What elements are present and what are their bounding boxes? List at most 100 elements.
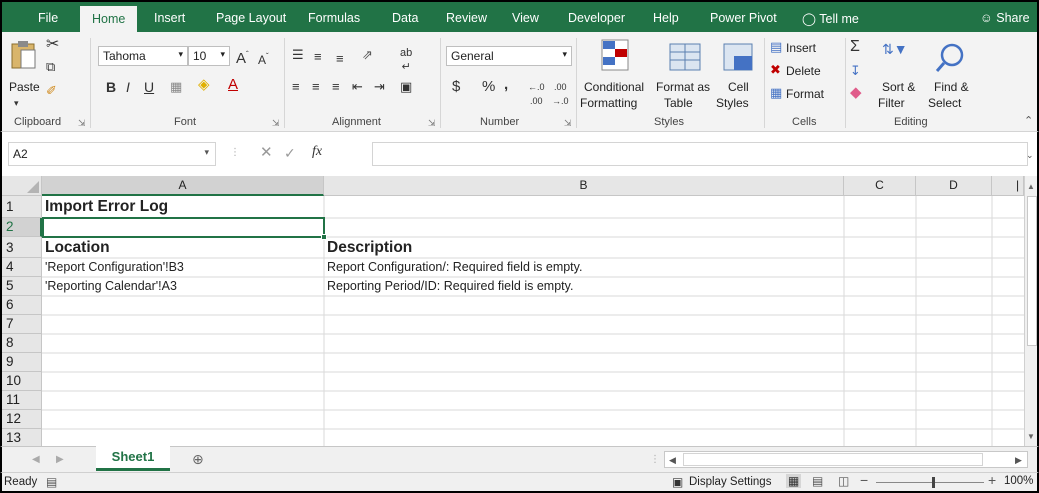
cell-b5[interactable]: Reporting Period/ID: Required field is e… <box>324 277 844 296</box>
fill-icon[interactable]: ↧ <box>850 64 861 78</box>
display-settings-button[interactable]: ▣ Display Settings <box>672 474 771 491</box>
format-as-table-button[interactable]: Format as Table <box>656 34 714 114</box>
expand-formula-bar-icon[interactable]: ⌄ <box>1026 148 1034 162</box>
dialog-launcher-icon[interactable]: ⇲ <box>78 118 86 129</box>
format-painter-icon[interactable]: ✐ <box>46 84 57 98</box>
scroll-down-icon[interactable]: ▼ <box>1027 430 1035 444</box>
scroll-left-icon[interactable]: ◀ <box>669 453 676 467</box>
vertical-scroll-thumb[interactable] <box>1027 196 1037 346</box>
page-layout-view-icon[interactable]: ▤ <box>812 474 823 488</box>
cell-a3[interactable]: Location <box>42 237 324 258</box>
delete-cells-button[interactable]: ✖ Delete <box>770 63 840 81</box>
cell-b4[interactable]: Report Configuration/: Required field is… <box>324 258 844 277</box>
borders-icon[interactable]: ▦ <box>170 80 182 94</box>
top-align-icon[interactable]: ☰ <box>292 48 304 62</box>
wrap-text-icon[interactable]: ab ↵ <box>400 46 412 74</box>
zoom-slider[interactable] <box>876 482 984 483</box>
row-header-8[interactable]: 8 <box>2 334 42 353</box>
number-format-select[interactable]: General ▾ <box>446 46 572 66</box>
row-header-6[interactable]: 6 <box>2 296 42 315</box>
macro-record-icon[interactable]: ▤ <box>46 475 57 489</box>
row-header-7[interactable]: 7 <box>2 315 42 334</box>
tab-view[interactable]: View <box>512 11 539 25</box>
sort-filter-button[interactable]: ⇅▼ Sort & Filter <box>878 42 928 112</box>
worksheet-grid[interactable]: A B C D | 1 2 3 4 5 6 7 8 9 10 11 12 13 … <box>0 176 1039 446</box>
zoom-in-button[interactable]: + <box>988 473 996 487</box>
comma-style-button[interactable]: , <box>504 77 508 92</box>
font-size-select[interactable]: 10 ▾ <box>188 46 230 66</box>
column-header-d[interactable]: D <box>916 176 992 196</box>
page-break-view-icon[interactable]: ◫ <box>838 474 849 488</box>
row-header-3[interactable]: 3 <box>2 237 42 258</box>
conditional-formatting-button[interactable]: Conditional Formatting <box>580 34 656 114</box>
align-left-icon[interactable]: ≡ <box>292 80 300 94</box>
align-center-icon[interactable]: ≡ <box>312 80 320 94</box>
fill-color-icon[interactable]: ◈ <box>198 77 210 92</box>
cell-a4[interactable]: 'Report Configuration'!B3 <box>42 258 324 277</box>
orientation-icon[interactable]: ⇗ <box>362 48 373 62</box>
decrease-decimal-icon[interactable]: .00 →.0 <box>552 80 569 108</box>
column-header-c[interactable]: C <box>844 176 916 196</box>
tab-developer[interactable]: Developer <box>568 11 625 25</box>
cell-a1[interactable]: Import Error Log <box>42 196 324 218</box>
collapse-ribbon-icon[interactable]: ⌃ <box>1024 114 1033 128</box>
zoom-out-button[interactable]: − <box>860 473 868 487</box>
dialog-launcher-icon[interactable]: ⇲ <box>564 118 572 129</box>
merge-center-icon[interactable]: ▣ <box>400 80 412 94</box>
paste-button[interactable] <box>8 40 42 70</box>
tab-help[interactable]: Help <box>653 11 679 25</box>
add-sheet-icon[interactable]: ⊕ <box>192 452 204 466</box>
align-right-icon[interactable]: ≡ <box>332 80 340 94</box>
select-all-corner[interactable] <box>2 176 42 196</box>
tab-review[interactable]: Review <box>446 11 487 25</box>
increase-indent-icon[interactable]: ⇥ <box>374 80 385 94</box>
active-cell-a2[interactable] <box>42 217 325 238</box>
tab-power-pivot[interactable]: Power Pivot <box>710 11 777 25</box>
formula-input[interactable] <box>372 142 1028 166</box>
dialog-launcher-icon[interactable]: ⇲ <box>272 118 280 129</box>
row-header-1[interactable]: 1 <box>2 196 42 218</box>
dialog-launcher-icon[interactable]: ⇲ <box>428 118 436 129</box>
column-header-e[interactable]: | <box>992 176 1024 196</box>
share-button[interactable]: ☺ Share <box>980 11 1030 25</box>
scroll-up-icon[interactable]: ▲ <box>1027 180 1035 194</box>
name-box[interactable]: A2 ▾ <box>8 142 216 166</box>
zoom-level[interactable]: 100% <box>1004 475 1033 487</box>
sheet-tab-sheet1[interactable]: Sheet1 <box>96 446 170 471</box>
insert-function-button[interactable]: fx <box>312 145 322 159</box>
italic-button[interactable]: I <box>126 80 130 94</box>
bold-button[interactable]: B <box>106 80 116 94</box>
scroll-left-icon[interactable]: ◀ <box>32 453 40 467</box>
copy-icon[interactable]: ⧉ <box>46 60 55 74</box>
find-select-button[interactable]: Find & Select <box>928 42 982 112</box>
tab-formulas[interactable]: Formulas <box>308 11 360 25</box>
bottom-align-icon[interactable]: ≡ <box>336 52 344 66</box>
row-header-10[interactable]: 10 <box>2 372 42 391</box>
tab-file[interactable]: File <box>38 11 58 25</box>
middle-align-icon[interactable]: ≡ <box>314 50 322 64</box>
font-color-icon[interactable]: A <box>228 77 238 92</box>
horizontal-scrollbar[interactable]: ◀ ▶ <box>664 451 1028 468</box>
tab-insert[interactable]: Insert <box>154 11 185 25</box>
decrease-font-size-icon[interactable]: Aˇ <box>258 50 269 67</box>
scroll-right-icon[interactable]: ▶ <box>1015 453 1022 467</box>
horizontal-scroll-thumb[interactable] <box>683 453 983 466</box>
cut-icon[interactable]: ✂ <box>46 37 59 53</box>
scroll-right-icon[interactable]: ▶ <box>56 453 64 467</box>
clear-icon[interactable]: ◆ <box>850 85 862 100</box>
percent-style-button[interactable]: % <box>482 79 495 94</box>
tab-data[interactable]: Data <box>392 11 418 25</box>
tab-page-layout[interactable]: Page Layout <box>216 11 286 25</box>
underline-button[interactable]: U <box>144 80 154 94</box>
column-header-a[interactable]: A <box>42 176 324 196</box>
increase-decimal-icon[interactable]: ←.0.00 <box>528 80 545 108</box>
cell-styles-button[interactable]: Cell Styles <box>714 34 760 114</box>
accounting-format-button[interactable]: $ <box>452 79 460 94</box>
cancel-icon[interactable]: ✕ <box>260 145 273 160</box>
tab-home[interactable]: Home <box>80 6 138 32</box>
row-header-9[interactable]: 9 <box>2 353 42 372</box>
normal-view-icon[interactable]: ▦ <box>786 474 802 488</box>
row-header-5[interactable]: 5 <box>2 277 42 296</box>
increase-font-size-icon[interactable]: Aˆ <box>236 48 249 66</box>
cell-a5[interactable]: 'Reporting Calendar'!A3 <box>42 277 324 296</box>
